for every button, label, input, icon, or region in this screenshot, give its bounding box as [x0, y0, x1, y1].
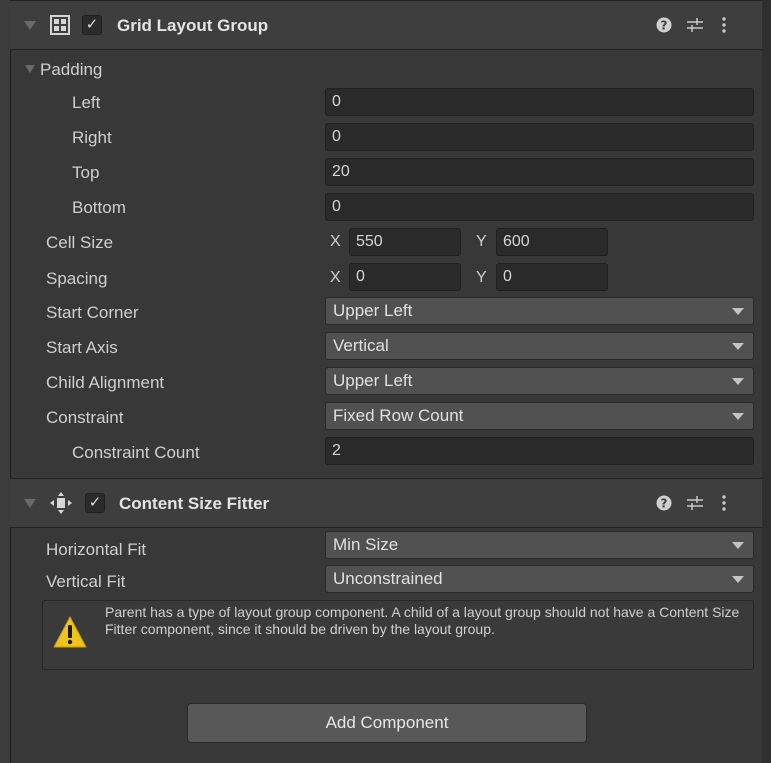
child-alignment-value: Upper Left — [333, 371, 413, 390]
foldout-arrow-icon[interactable] — [24, 499, 36, 508]
spacing-label: Spacing — [46, 269, 108, 288]
content-size-fitter-title: Content Size Fitter — [119, 494, 270, 513]
warning-icon — [53, 616, 87, 648]
chevron-down-icon — [732, 308, 744, 315]
horizontal-fit-dropdown[interactable]: Min Size — [325, 531, 754, 559]
chevron-down-icon — [732, 343, 744, 350]
spacing-x-axis[interactable]: X — [330, 269, 341, 287]
horizontal-fit-value: Min Size — [333, 535, 399, 554]
child-alignment-label: Child Alignment — [46, 373, 165, 392]
cell-size-x-axis[interactable]: X — [330, 233, 341, 251]
horizontal-fit-label: Horizontal Fit — [46, 540, 147, 559]
cell-size-label: Cell Size — [46, 233, 114, 252]
presets-icon[interactable] — [686, 17, 704, 33]
padding-left-field[interactable]: 0 — [325, 88, 754, 116]
grid-layout-icon — [50, 15, 70, 35]
start-axis-label: Start Axis — [46, 338, 118, 357]
constraint-dropdown[interactable]: Fixed Row Count — [325, 402, 754, 430]
svg-text:?: ? — [661, 497, 668, 511]
spacing-x-field[interactable]: 0 — [349, 263, 461, 291]
constraint-value: Fixed Row Count — [333, 406, 464, 425]
cell-size-y-field[interactable]: 600 — [496, 228, 608, 256]
warning-helpbox: Parent has a type of layout group compon… — [42, 600, 754, 670]
presets-icon[interactable] — [686, 495, 704, 511]
start-axis-dropdown[interactable]: Vertical — [325, 332, 754, 360]
grid-layout-title: Grid Layout Group — [117, 16, 269, 35]
spacing-y-axis[interactable]: Y — [476, 269, 487, 287]
scrollbar[interactable] — [762, 0, 771, 763]
start-axis-value: Vertical — [333, 336, 389, 355]
vertical-fit-label: Vertical Fit — [46, 572, 126, 591]
grid-layout-enabled-checkbox[interactable]: ✓ — [82, 15, 102, 35]
spacing-y-field[interactable]: 0 — [496, 263, 608, 291]
content-size-fitter-header[interactable]: ✓ Content Size Fitter ? — [10, 478, 762, 528]
constraint-count-label: Constraint Count — [72, 443, 200, 462]
help-icon[interactable]: ? — [656, 17, 672, 33]
start-corner-label: Start Corner — [46, 303, 139, 322]
content-size-fitter-icon — [50, 492, 72, 514]
content-size-fitter-enabled-checkbox[interactable]: ✓ — [85, 493, 105, 513]
constraint-count-field[interactable]: 2 — [325, 437, 754, 465]
cell-size-y-axis[interactable]: Y — [476, 233, 487, 251]
padding-left-label: Left — [72, 93, 101, 112]
child-alignment-dropdown[interactable]: Upper Left — [325, 367, 754, 395]
warning-message: Parent has a type of layout group compon… — [105, 604, 740, 637]
chevron-down-icon — [732, 413, 744, 420]
constraint-label: Constraint — [46, 408, 124, 427]
chevron-down-icon — [732, 378, 744, 385]
padding-foldout-icon[interactable] — [25, 65, 35, 73]
foldout-arrow-icon[interactable] — [24, 21, 36, 30]
grid-layout-group-header[interactable]: ✓ Grid Layout Group ? — [10, 0, 762, 50]
start-corner-value: Upper Left — [333, 301, 413, 320]
add-component-button[interactable]: Add Component — [187, 703, 587, 743]
vertical-fit-dropdown[interactable]: Unconstrained — [325, 565, 754, 593]
padding-bottom-label: Bottom — [72, 198, 126, 217]
start-corner-dropdown[interactable]: Upper Left — [325, 297, 754, 325]
panel-border — [10, 0, 11, 763]
kebab-menu-icon[interactable] — [721, 16, 727, 34]
help-icon[interactable]: ? — [656, 495, 672, 511]
chevron-down-icon — [732, 542, 744, 549]
padding-label[interactable]: Padding — [40, 60, 102, 80]
padding-right-label: Right — [72, 128, 112, 147]
padding-top-field[interactable]: 20 — [325, 158, 754, 186]
svg-text:?: ? — [661, 19, 668, 33]
kebab-menu-icon[interactable] — [721, 494, 727, 512]
vertical-fit-value: Unconstrained — [333, 569, 443, 588]
padding-top-label: Top — [72, 163, 100, 182]
padding-right-field[interactable]: 0 — [325, 123, 754, 151]
padding-bottom-field[interactable]: 0 — [325, 193, 754, 221]
cell-size-x-field[interactable]: 550 — [349, 228, 461, 256]
chevron-down-icon — [732, 576, 744, 583]
